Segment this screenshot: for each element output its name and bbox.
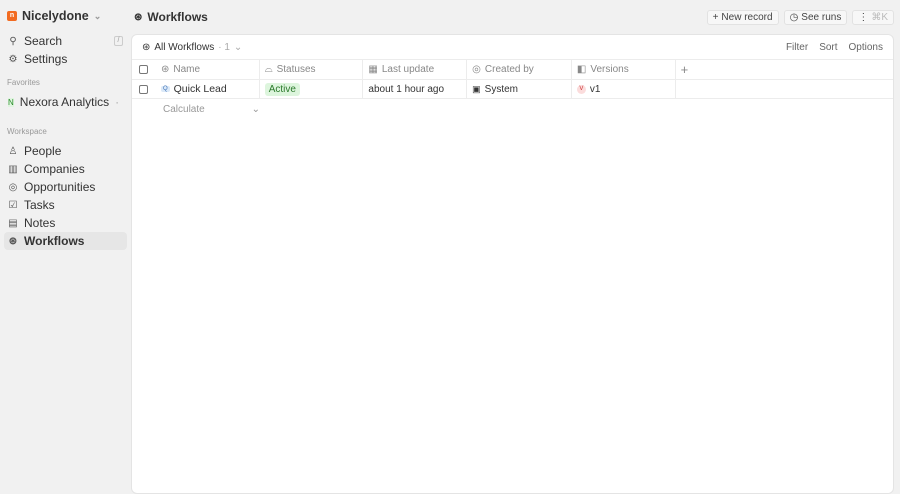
versions-icon: ◧ xyxy=(576,64,587,75)
page-title: Workflows xyxy=(147,10,208,24)
user-circle-icon: ◎ xyxy=(472,64,481,75)
table-header: ⊛ Name ⌓ Statuses ▦ Last update ◎ Created by… xyxy=(132,59,893,79)
sidebar-item-opportunities[interactable]: ◎ Opportunities xyxy=(4,178,127,196)
column-name[interactable]: ⊛ Name xyxy=(156,60,260,79)
chevron-down-icon: ⌄ xyxy=(93,10,102,21)
sidebar-settings[interactable]: ⚙ Settings xyxy=(4,50,127,68)
search-icon: ⚲ xyxy=(9,35,17,47)
workspace-switcher[interactable]: n Nicelydone ⌄ xyxy=(4,0,127,32)
sidebar-item-people[interactable]: ♙ People xyxy=(4,142,127,160)
column-versions[interactable]: ◧ Versions xyxy=(572,60,676,79)
column-last-update[interactable]: ▦ Last update xyxy=(363,60,468,79)
status-icon: ⌓ xyxy=(264,64,273,75)
page-header: ⊛ Workflows + New record ◷ See runs ⋮ ⌘K xyxy=(134,9,894,25)
clock-icon: ◷ xyxy=(789,11,799,23)
plus-icon: + xyxy=(712,11,719,23)
system-icon: ▣ xyxy=(472,83,481,94)
favorite-item[interactable]: NNexora Analytics· Compa... xyxy=(4,93,127,111)
workspace-logo-icon: n xyxy=(7,11,17,21)
column-created-by[interactable]: ◎ Created by xyxy=(467,60,572,79)
select-all-checkbox[interactable] xyxy=(139,65,149,74)
plus-icon: + xyxy=(680,62,689,77)
checkbox-icon: ☑ xyxy=(8,199,18,211)
workflow-name-link[interactable]: Quick Lead xyxy=(174,83,227,95)
options-button[interactable]: Options xyxy=(849,42,883,53)
table-row[interactable]: Q Quick Lead Active about 1 hour ago ▣ Sys… xyxy=(132,79,893,99)
status-badge: Active xyxy=(264,82,300,96)
workflow-icon: ⊛ xyxy=(142,41,151,53)
workspace-label: Workspace xyxy=(7,127,47,136)
shortcut-hint: / xyxy=(114,36,123,46)
workflow-icon: ⊛ xyxy=(134,11,143,23)
sidebar-item-notes[interactable]: ▤ Notes xyxy=(4,214,127,232)
calendar-icon: ▦ xyxy=(368,64,378,75)
see-runs-button[interactable]: ◷ See runs xyxy=(783,9,848,25)
calculate-dropdown[interactable]: Calculate ⌄ xyxy=(132,99,260,119)
workflow-icon: ⊛ xyxy=(8,235,18,247)
chevron-down-icon: ⌄ xyxy=(251,103,260,115)
version-badge-icon: V xyxy=(576,84,586,94)
sidebar: n Nicelydone ⌄ ⚲ Search / ⚙ Settings Favorite… xyxy=(0,0,131,484)
building-icon: ▥ xyxy=(8,163,18,175)
workflow-icon: ⊛ xyxy=(160,64,170,75)
new-record-button[interactable]: + New record xyxy=(706,9,779,25)
sidebar-item-tasks[interactable]: ☑ Tasks xyxy=(4,196,127,214)
sidebar-item-companies[interactable]: ▥ Companies xyxy=(4,160,127,178)
view-picker[interactable]: ⊛ All Workflows · 1 ⌄ xyxy=(142,42,242,53)
note-icon: ▤ xyxy=(8,217,18,229)
column-statuses[interactable]: ⌓ Statuses xyxy=(260,60,364,79)
records-panel: ⊛ All Workflows · 1 ⌄ Filter Sort Options ⊛ Na… xyxy=(131,34,894,494)
sort-button[interactable]: Sort xyxy=(819,42,837,53)
sidebar-item-workflows[interactable]: ⊛ Workflows xyxy=(4,232,127,250)
chevron-down-icon: ⌄ xyxy=(233,41,243,53)
person-icon: ♙ xyxy=(8,145,18,157)
favorites-label: Favorites xyxy=(7,78,40,87)
more-options-button[interactable]: ⋮ ⌘K xyxy=(852,9,894,25)
sidebar-search[interactable]: ⚲ Search / xyxy=(4,32,127,50)
company-badge: N xyxy=(8,97,14,107)
more-vertical-icon: ⋮ xyxy=(858,11,869,23)
row-checkbox[interactable] xyxy=(139,84,149,94)
gear-icon: ⚙ xyxy=(8,53,18,65)
add-column-button[interactable]: + xyxy=(676,60,893,79)
workflow-avatar-icon: Q xyxy=(160,86,170,92)
filter-button[interactable]: Filter xyxy=(786,42,808,53)
target-icon: ◎ xyxy=(8,181,18,193)
